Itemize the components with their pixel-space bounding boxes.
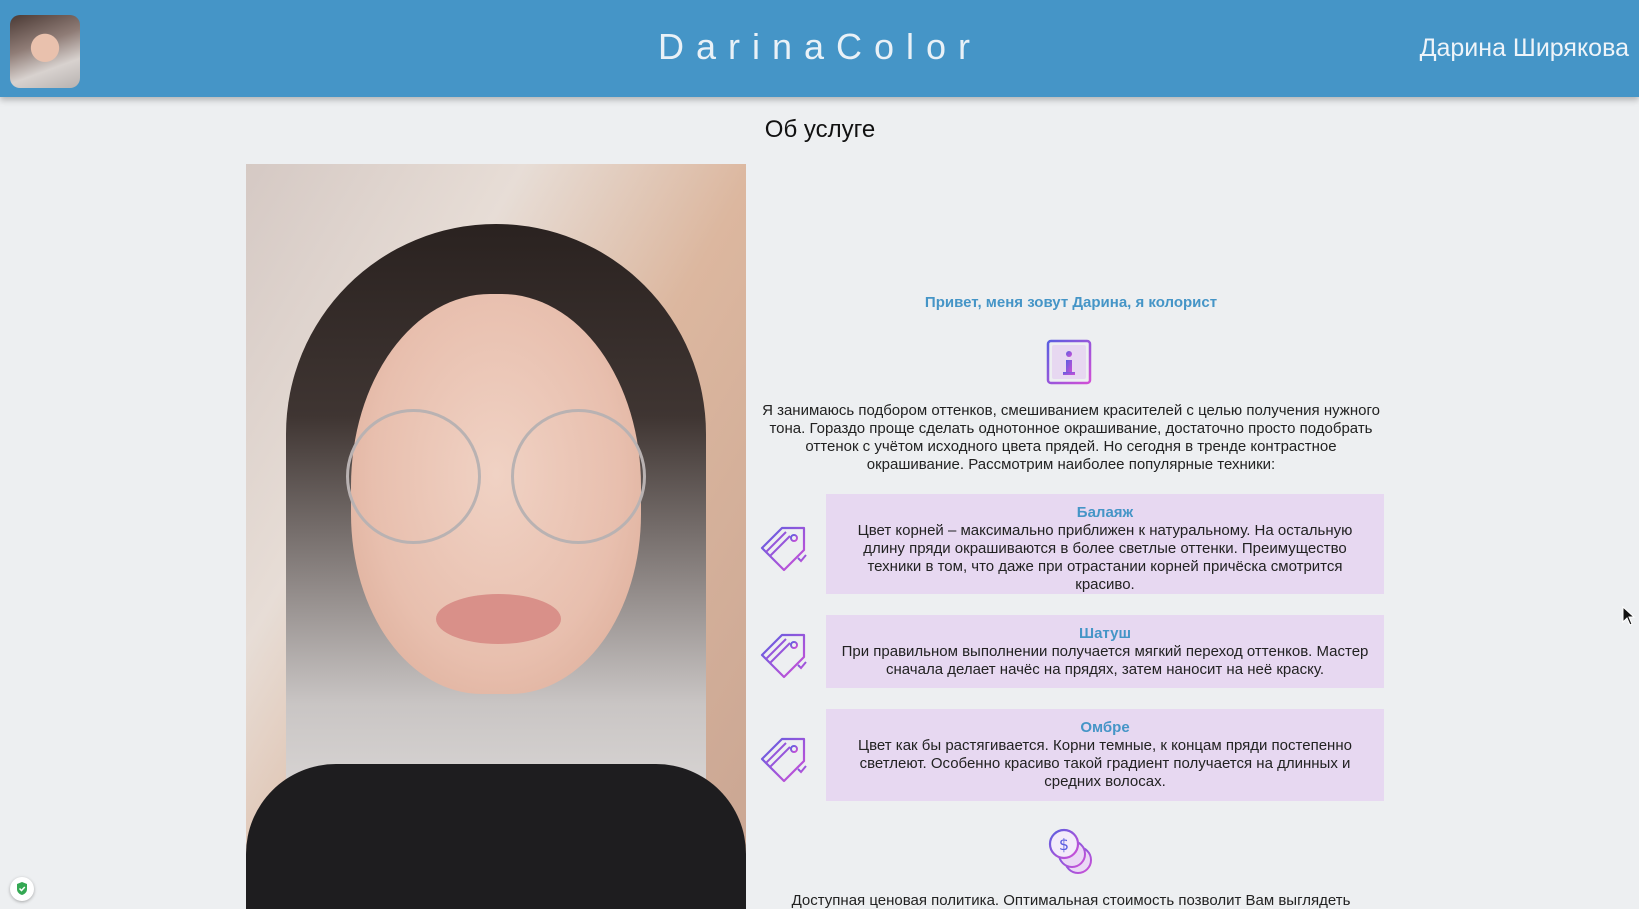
technique-description: При правильном выполнении получается мяг… <box>841 643 1369 678</box>
about-content: Привет, меня зовут Дарина, я колорист Я … <box>758 164 1384 909</box>
technique-card: Омбре Цвет как бы растягивается. Корни т… <box>826 709 1384 801</box>
coins-icon: $ <box>1048 828 1092 874</box>
technique-title: Шатуш <box>1079 625 1131 642</box>
site-header: DarinaColor Дарина Ширякова <box>0 0 1639 97</box>
profile-photo <box>246 164 746 909</box>
mouse-cursor-icon <box>1622 606 1636 626</box>
page-title: Об услуге <box>764 116 876 143</box>
technique-description: Цвет как бы растягивается. Корни темные,… <box>858 737 1352 790</box>
price-text: Доступная ценовая политика. Оптимальная … <box>791 892 1351 909</box>
price-tag-icon <box>760 526 807 572</box>
price-tag-icon <box>760 737 807 783</box>
svg-text:$: $ <box>1059 835 1069 854</box>
technique-description: Цвет корней – максимально приближен к на… <box>857 522 1353 593</box>
technique-title: Омбре <box>1080 719 1130 736</box>
user-name[interactable]: Дарина Ширякова <box>1420 34 1629 63</box>
technique-card: Балаяж Цвет корней – максимально приближ… <box>826 494 1384 594</box>
header-avatar[interactable] <box>10 15 80 88</box>
intro-text: Я занимаюсь подбором оттенков, смешивани… <box>762 402 1380 473</box>
info-icon <box>1046 339 1092 385</box>
price-tag-icon <box>760 633 807 679</box>
technique-card: Шатуш При правильном выполнении получает… <box>826 615 1384 688</box>
technique-title: Балаяж <box>1076 504 1134 521</box>
site-title[interactable]: DarinaColor <box>560 26 1080 68</box>
greeting-heading: Привет, меня зовут Дарина, я колорист <box>924 294 1218 311</box>
shield-check-icon[interactable] <box>10 877 34 901</box>
